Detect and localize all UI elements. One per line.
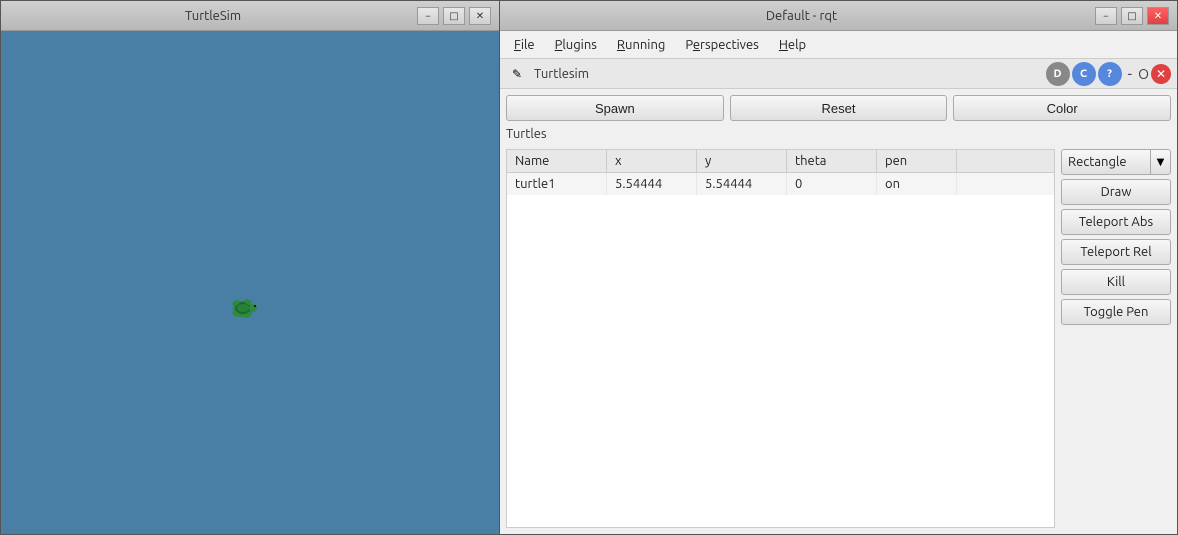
cell-name: turtle1 (507, 173, 607, 195)
button-row: Spawn Reset Color (506, 95, 1171, 121)
reset-button[interactable]: Reset (730, 95, 948, 121)
turtlesim-canvas (1, 31, 499, 534)
toggle-pen-button[interactable]: Toggle Pen (1061, 299, 1171, 325)
cell-x: 5.54444 (607, 173, 697, 195)
rectangle-label: Rectangle (1062, 155, 1150, 169)
toolbar-o-icon: O (1138, 66, 1149, 82)
toolbar-close-icon[interactable]: ✕ (1151, 64, 1171, 84)
cell-pen: on (877, 173, 957, 195)
teleport-rel-button[interactable]: Teleport Rel (1061, 239, 1171, 265)
menu-help[interactable]: Help (769, 34, 816, 56)
toolbar-help-icon[interactable]: ? (1098, 62, 1122, 86)
menu-running[interactable]: Running (607, 34, 675, 56)
turtle-sprite (226, 291, 261, 326)
rqt-titlebar: Default - rqt − □ ✕ (500, 1, 1177, 31)
turtlesim-titlebar-controls: − □ ✕ (417, 7, 491, 25)
table-body: turtle1 5.54444 5.54444 0 on (507, 173, 1054, 527)
cell-y: 5.54444 (697, 173, 787, 195)
rectangle-dropdown-arrow: ▼ (1150, 150, 1170, 174)
color-button[interactable]: Color (953, 95, 1171, 121)
turtlesim-window: TurtleSim − □ ✕ (0, 0, 500, 535)
plugin-label: Turtlesim (534, 67, 589, 81)
turtlesim-maximize-button[interactable]: □ (443, 7, 465, 25)
toolbar-icons: D C ? - O ✕ (1046, 62, 1172, 86)
plugin-edit-icon: ✎ (506, 63, 528, 85)
plugin-toolbar: ✎ Turtlesim D C ? - O ✕ (500, 59, 1177, 89)
rectangle-dropdown[interactable]: Rectangle ▼ (1061, 149, 1171, 175)
menubar: File Plugins Running Perspectives Help (500, 31, 1177, 59)
rqt-close-button[interactable]: ✕ (1147, 7, 1169, 25)
turtlesim-minimize-button[interactable]: − (417, 7, 439, 25)
menu-file[interactable]: File (504, 34, 545, 56)
col-header-pen: pen (877, 150, 957, 172)
turtlesim-titlebar: TurtleSim − □ ✕ (1, 1, 499, 31)
menu-plugins[interactable]: Plugins (545, 34, 607, 56)
toolbar-separator: - (1128, 65, 1133, 83)
menu-perspectives[interactable]: Perspectives (675, 34, 768, 56)
kill-button[interactable]: Kill (1061, 269, 1171, 295)
table-header: Name x y theta pen (507, 150, 1054, 173)
table-row[interactable]: turtle1 5.54444 5.54444 0 on (507, 173, 1054, 195)
toolbar-d-icon[interactable]: D (1046, 62, 1070, 86)
rqt-content: Spawn Reset Color Turtles Name x y theta… (500, 89, 1177, 534)
col-header-y: y (697, 150, 787, 172)
right-buttons: Rectangle ▼ Draw Teleport Abs Teleport R… (1061, 149, 1171, 528)
rqt-title: Default - rqt (508, 9, 1095, 23)
cell-theta: 0 (787, 173, 877, 195)
spawn-button[interactable]: Spawn (506, 95, 724, 121)
rqt-titlebar-controls: − □ ✕ (1095, 7, 1169, 25)
draw-button[interactable]: Draw (1061, 179, 1171, 205)
col-header-x: x (607, 150, 697, 172)
toolbar-c-icon[interactable]: C (1072, 62, 1096, 86)
rqt-maximize-button[interactable]: □ (1121, 7, 1143, 25)
turtlesim-close-button[interactable]: ✕ (469, 7, 491, 25)
col-header-theta: theta (787, 150, 877, 172)
table-section: Name x y theta pen turtle1 5.54444 5.544… (506, 149, 1055, 528)
turtles-label: Turtles (506, 127, 1171, 141)
turtlesim-title: TurtleSim (9, 9, 417, 23)
rqt-window: Default - rqt − □ ✕ File Plugins Running… (500, 0, 1178, 535)
col-header-name: Name (507, 150, 607, 172)
rqt-minimize-button[interactable]: − (1095, 7, 1117, 25)
teleport-abs-button[interactable]: Teleport Abs (1061, 209, 1171, 235)
main-panel: Name x y theta pen turtle1 5.54444 5.544… (506, 149, 1171, 528)
